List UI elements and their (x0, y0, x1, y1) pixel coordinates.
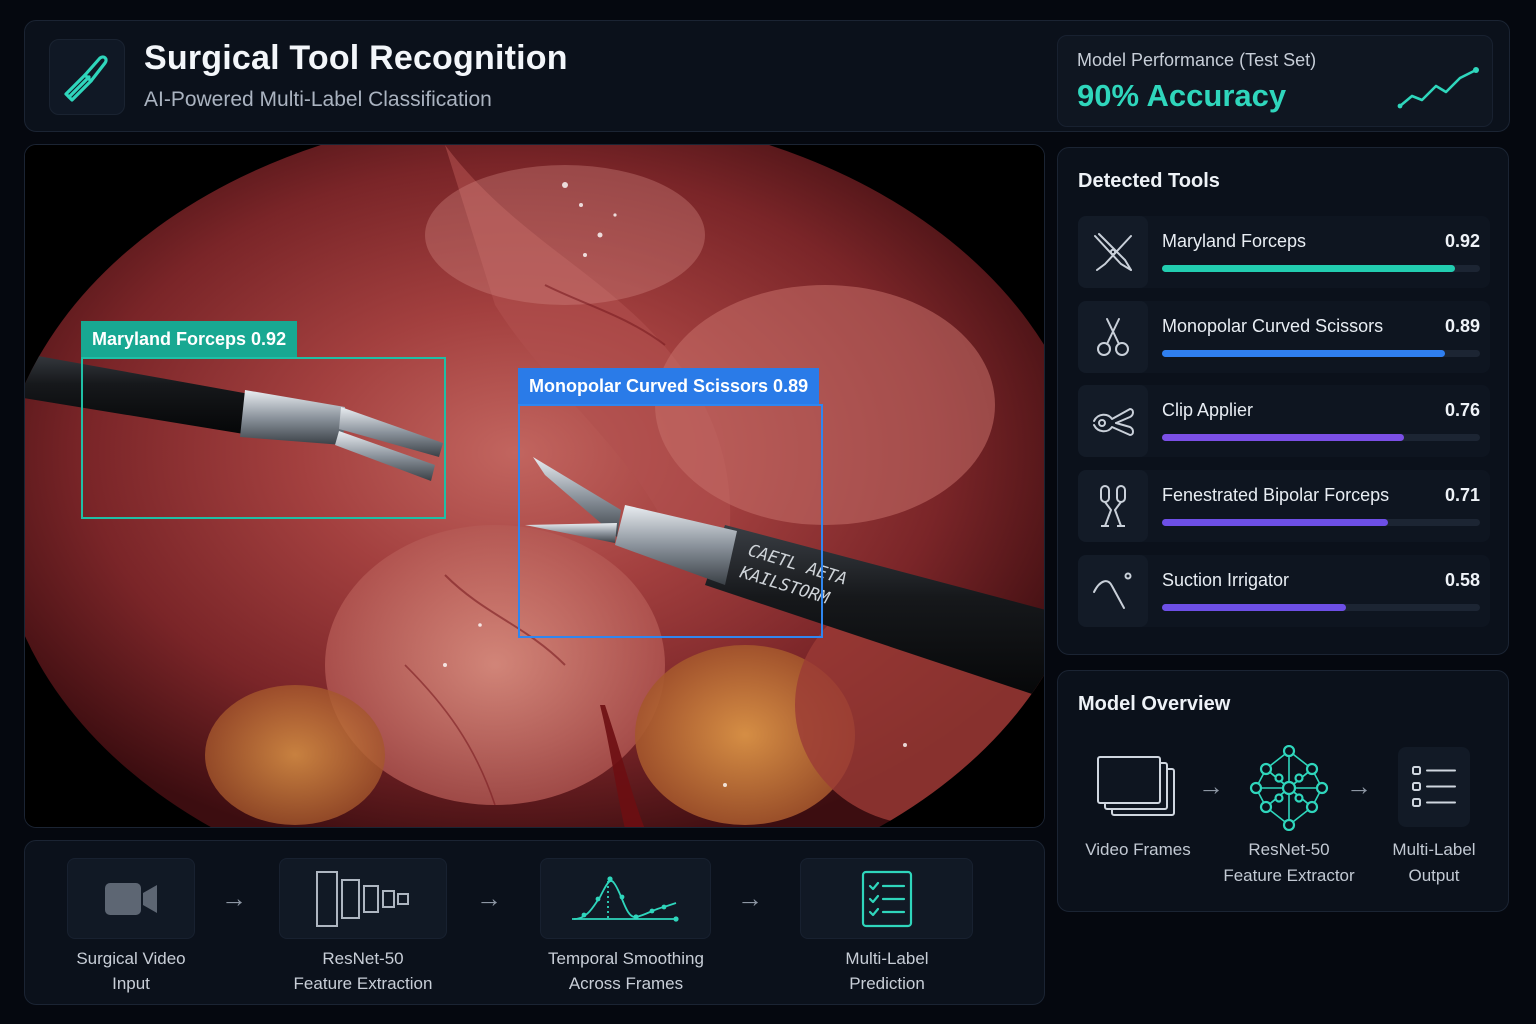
tool-name: Maryland Forceps (1162, 231, 1307, 251)
suction-irrigator-icon (1093, 572, 1132, 609)
scissors-icon (1097, 318, 1129, 356)
neural-network-icon (1249, 745, 1329, 831)
pipeline-step-line1: ResNet-50 (322, 949, 404, 968)
detection-box-maryland-forceps[interactable] (81, 357, 446, 519)
tool-confidence-track (1162, 604, 1480, 611)
overview-step-line1: Multi-Label (1392, 840, 1476, 859)
tool-icon-box (1078, 470, 1148, 542)
feature-blocks-icon (316, 870, 409, 927)
app-title: Surgical Tool Recognition (144, 39, 568, 77)
pipeline-step-line2: Across Frames (568, 974, 684, 993)
checklist-icon-box (1398, 747, 1470, 827)
pipeline-step-label: Multi-Label Prediction (807, 946, 967, 996)
checklist-icon (1412, 766, 1456, 807)
tool-confidence-track (1162, 350, 1480, 357)
overview-step-label: ResNet-50 Feature Extractor (1213, 837, 1365, 889)
tool-confidence-track (1162, 519, 1480, 526)
arrow-icon: → (221, 883, 247, 913)
surgical-video-frame[interactable]: CAETL AETA KAILSTORM Maryland Forceps 0.… (24, 144, 1045, 828)
detected-tools-panel: Detected Tools Maryland Forceps 0.92 Mon… (1057, 147, 1509, 655)
frames-icon (1097, 756, 1175, 816)
tool-row-maryland-forceps[interactable]: Maryland Forceps 0.92 (1078, 216, 1490, 288)
pipeline-step-label: Temporal Smoothing Across Frames (525, 946, 727, 996)
trend-up-icon (1397, 67, 1479, 109)
tool-confidence-track (1162, 434, 1480, 441)
performance-value: 90% Accuracy (1077, 78, 1287, 113)
pipeline-step-video-input[interactable] (67, 858, 195, 939)
model-overview-panel: Model Overview Video Frames → ResNet-50 … (1057, 670, 1509, 912)
tool-confidence-fill (1162, 350, 1446, 357)
detection-box-monopolar-scissors[interactable] (518, 404, 823, 638)
tool-name: Suction Irrigator (1162, 570, 1290, 590)
performance-card: Model Performance (Test Set) 90% Accurac… (1057, 35, 1493, 127)
tool-confidence-fill (1162, 519, 1388, 526)
arrow-icon: → (1346, 771, 1372, 801)
pipeline-step-line2: Feature Extraction (293, 974, 433, 993)
detection-label-monopolar-scissors: Monopolar Curved Scissors 0.89 (518, 368, 820, 404)
pipeline-panel: Surgical Video Input → ResNet-50 Feature… (24, 840, 1045, 1005)
forceps-icon (1094, 233, 1132, 271)
app-subtitle: AI-Powered Multi-Label Classification (144, 88, 492, 111)
pipeline-step-line1: Temporal Smoothing (548, 949, 704, 968)
tool-icon-box (1078, 555, 1148, 627)
header: Surgical Tool Recognition AI-Powered Mul… (24, 20, 1510, 132)
tool-row-fenestrated-bipolar[interactable]: Fenestrated Bipolar Forceps 0.71 (1078, 470, 1490, 542)
prediction-list-icon (861, 870, 912, 927)
pipeline-step-line2: Prediction (849, 974, 925, 993)
tool-row-suction-irrigator[interactable]: Suction Irrigator 0.58 (1078, 555, 1490, 627)
overview-step-line1: ResNet-50 (1248, 840, 1330, 859)
tool-row-clip-applier[interactable]: Clip Applier 0.76 (1078, 385, 1490, 457)
tool-name: Fenestrated Bipolar Forceps (1162, 485, 1390, 505)
model-overview-title: Model Overview (1078, 693, 1231, 715)
pipeline-step-label: ResNet-50 Feature Extraction (273, 946, 453, 996)
tool-name: Clip Applier (1162, 400, 1254, 420)
scalpel-icon (64, 55, 108, 102)
pipeline-step-feature-extraction[interactable] (279, 858, 447, 939)
header-icon-box (49, 39, 125, 115)
overview-step-label: Video Frames (1078, 837, 1198, 863)
tool-confidence-fill (1162, 434, 1404, 441)
tool-score: 0.92 (1444, 231, 1480, 251)
tool-confidence-track (1162, 265, 1480, 272)
tool-icon-box (1078, 385, 1148, 457)
detected-tools-title: Detected Tools (1078, 170, 1220, 192)
tool-score: 0.76 (1444, 400, 1480, 420)
video-camera-icon (105, 882, 157, 915)
pipeline-step-prediction[interactable] (800, 858, 973, 939)
tool-score: 0.58 (1444, 570, 1480, 590)
tool-name: Monopolar Curved Scissors (1162, 316, 1384, 336)
pipeline-step-temporal-smoothing[interactable] (540, 858, 711, 939)
tool-icon-box (1078, 301, 1148, 373)
tool-confidence-fill (1162, 265, 1455, 272)
clip-applier-icon (1093, 408, 1134, 436)
pipeline-step-line2: Input (112, 974, 150, 993)
performance-label: Model Performance (Test Set) (1077, 50, 1317, 70)
arrow-icon: → (737, 883, 763, 913)
overview-step-line1: Video Frames (1085, 840, 1191, 859)
arrow-icon: → (476, 883, 502, 913)
arrow-icon: → (1198, 771, 1224, 801)
tool-confidence-fill (1162, 604, 1347, 611)
overview-step-line2: Output (1408, 866, 1460, 885)
smoothing-curve-icon (571, 875, 679, 922)
pipeline-step-label: Surgical Video Input (51, 946, 211, 996)
detection-label-maryland-forceps: Maryland Forceps 0.92 (81, 321, 298, 357)
tool-icon-box (1078, 216, 1148, 288)
tool-score: 0.71 (1444, 485, 1480, 505)
tool-score: 0.89 (1444, 316, 1480, 336)
overview-step-label: Multi-Label Output (1374, 837, 1494, 889)
overview-step-line2: Feature Extractor (1223, 866, 1355, 885)
pipeline-step-line1: Multi-Label (845, 949, 929, 968)
tool-row-monopolar-scissors[interactable]: Monopolar Curved Scissors 0.89 (1078, 301, 1490, 373)
bipolar-forceps-icon (1100, 485, 1126, 527)
pipeline-step-line1: Surgical Video (76, 949, 186, 968)
